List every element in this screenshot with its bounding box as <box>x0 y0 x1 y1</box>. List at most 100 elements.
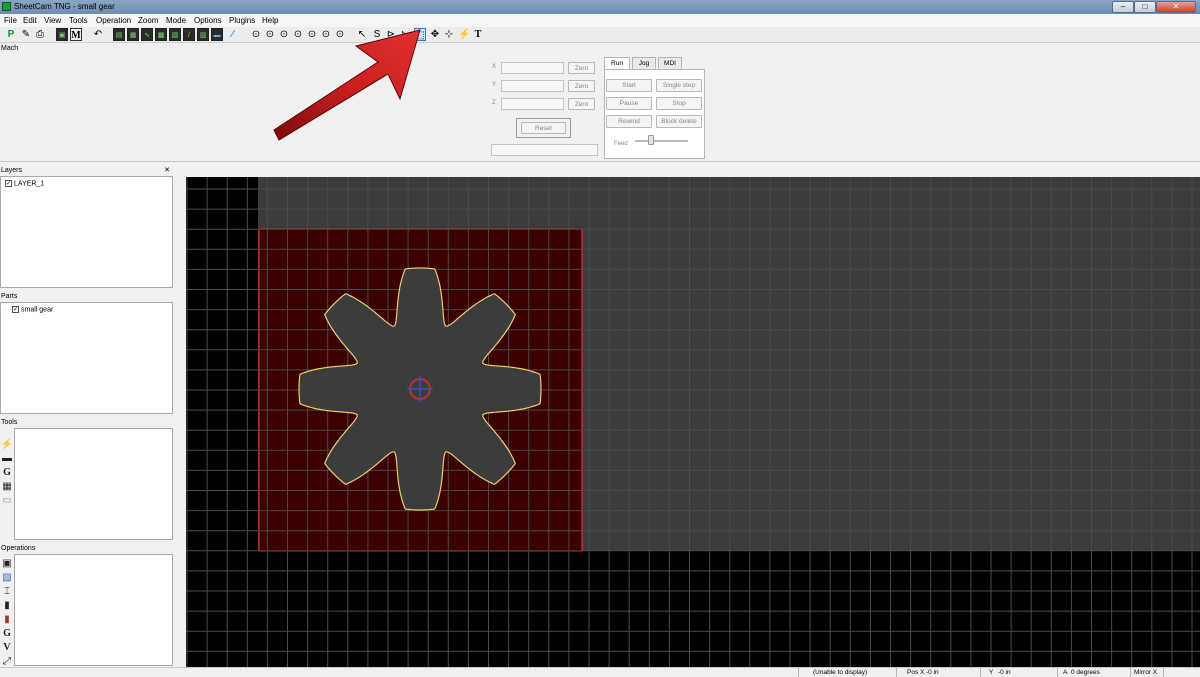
feed-label: Feed <box>614 141 628 147</box>
drill-point-icon[interactable]: ⊙ <box>250 28 262 41</box>
feed-slider-track[interactable] <box>635 140 688 142</box>
pocket-op-icon[interactable]: ▮ <box>0 613 14 627</box>
pause-button[interactable]: Pause <box>606 97 652 110</box>
operations-side-toolbar: ▣ ▧ ⌶ ▮ ▮ G V ⤢ <box>0 557 14 669</box>
view-tool-icon[interactable]: / <box>183 28 195 41</box>
zero-y-button[interactable]: Zero <box>568 80 595 92</box>
tab-mdi[interactable]: MDI <box>658 57 682 69</box>
reset-button[interactable]: Reset <box>521 122 566 134</box>
machine-op-icon[interactable]: ▣ <box>0 557 14 571</box>
mach-panel-title: Mach <box>1 45 19 52</box>
view-rapid-icon[interactable]: ▩ <box>155 28 167 41</box>
parts-list: ···✓ small gear <box>0 302 173 414</box>
zero-x-button[interactable]: Zero <box>568 62 595 74</box>
probe-icon[interactable]: ⁄ <box>227 28 239 41</box>
view-outline-icon[interactable]: ▦ <box>127 28 139 41</box>
edit-icon[interactable]: ✎ <box>20 28 32 41</box>
status-message: (Unable to display) <box>813 669 868 676</box>
close-icon[interactable]: ✕ <box>164 165 170 176</box>
contour-op-icon[interactable]: ▮ <box>0 599 14 613</box>
layer-item[interactable]: ✓ LAYER_1 <box>5 180 44 187</box>
layers-title: Layers <box>1 167 23 174</box>
operations-title: Operations <box>1 545 36 552</box>
single-step-button[interactable]: Single step <box>656 79 702 92</box>
menu-view[interactable]: View <box>44 16 61 25</box>
tab-jog[interactable]: Jog <box>632 57 656 69</box>
mach-status-field <box>491 144 598 156</box>
gcode-op-icon[interactable]: G <box>0 627 14 641</box>
close-button[interactable]: ✕ <box>1156 1 1196 13</box>
view-fill-icon[interactable]: ▧ <box>169 28 181 41</box>
rewind-button[interactable]: Rewind <box>606 115 652 128</box>
stop-button[interactable]: Stop <box>656 97 702 110</box>
gcode-tool-icon[interactable]: G <box>0 466 14 480</box>
print-icon[interactable]: ⎙ <box>34 28 46 41</box>
drag-knife-icon[interactable]: ▬ <box>0 452 14 466</box>
tool-table-icon[interactable]: ▦ <box>0 480 14 494</box>
window-title: SheetCam TNG - small gear <box>14 2 115 11</box>
menu-edit[interactable]: Edit <box>23 16 37 25</box>
status-pos-x-label: Pos X <box>907 669 925 676</box>
menu-plugins[interactable]: Plugins <box>229 16 255 25</box>
axis-x-field <box>501 62 564 74</box>
view-path-icon[interactable]: ∿ <box>141 28 153 41</box>
menu-operation[interactable]: Operation <box>96 16 131 25</box>
status-bar: (Unable to display) Pos X -0 in Y -0 in … <box>0 667 1200 677</box>
layer-item-label: LAYER_1 <box>14 180 45 188</box>
toolbar: P ✎ ⎙ ▣ M ↶ ▤ ▦ ∿ ▩ ▧ / ▥ ▬ ⁄ ⊙ ⊙ ⊙ ⊙ ⊙ … <box>0 27 1200 43</box>
jet-op-icon[interactable]: ▧ <box>0 571 14 585</box>
tool-disabled-icon[interactable]: ▭ <box>0 494 14 508</box>
block-delete-button[interactable]: Block delete <box>656 115 702 128</box>
parts-title: Parts <box>1 293 18 300</box>
plasma-tool-icon[interactable]: ⚡ <box>0 438 14 452</box>
status-y-label: Y <box>989 669 994 676</box>
undo-icon[interactable]: ↶ <box>92 28 104 41</box>
annotation-arrow <box>273 29 421 141</box>
tools-side-toolbar: ⚡ ▬ G ▦ ▭ <box>0 438 14 508</box>
menu-zoom[interactable]: Zoom <box>138 16 158 25</box>
menu-file[interactable]: File <box>4 16 17 25</box>
operations-header: Operations <box>0 543 173 554</box>
lightning-icon[interactable]: ⚡ <box>458 28 470 41</box>
menu-options[interactable]: Options <box>194 16 222 25</box>
app-icon <box>2 2 11 11</box>
axis-y-field <box>501 80 564 92</box>
mach-panel <box>0 44 1200 162</box>
axis-z-label: Z <box>492 100 496 106</box>
start-button[interactable]: Start <box>606 79 652 92</box>
move-icon[interactable]: ⊹ <box>443 28 455 41</box>
status-mirror[interactable]: Mirror X <box>1134 669 1157 676</box>
part-item[interactable]: ···✓ small gear <box>5 306 53 313</box>
tools-list <box>14 428 173 540</box>
axis-y-label: Y <box>492 82 497 88</box>
mach-icon[interactable]: M <box>70 28 82 41</box>
layers-list: ✓ LAYER_1 <box>0 176 173 288</box>
status-y: -0 in <box>998 669 1011 676</box>
zero-z-button[interactable]: Zero <box>568 98 595 110</box>
parts-header: Parts <box>0 291 173 302</box>
canvas-svg[interactable] <box>186 177 1200 667</box>
status-a-label: A <box>1063 669 1068 676</box>
view-stock-icon[interactable]: ▥ <box>197 28 209 41</box>
maximize-button[interactable]: □ <box>1134 1 1156 13</box>
text-icon[interactable]: T <box>472 28 484 41</box>
view-3d-icon[interactable]: ▬ <box>211 28 223 41</box>
checkbox-icon[interactable]: ✓ <box>12 306 19 313</box>
minimize-button[interactable]: – <box>1112 1 1134 13</box>
vcarve-op-icon[interactable]: V <box>0 641 14 655</box>
menu-mode[interactable]: Mode <box>166 16 186 25</box>
machine-icon[interactable]: ▣ <box>56 28 68 41</box>
part-item-label: small gear <box>21 306 54 314</box>
feed-slider-thumb[interactable] <box>648 135 654 145</box>
new-part-icon[interactable]: P <box>5 28 17 41</box>
tools-header: Tools <box>0 417 173 428</box>
menu-tools[interactable]: Tools <box>69 16 88 25</box>
pan-icon[interactable]: ✥ <box>429 28 441 41</box>
tools-title: Tools <box>1 419 18 426</box>
checkbox-icon[interactable]: ✓ <box>5 180 12 187</box>
view-2d-icon[interactable]: ▤ <box>113 28 125 41</box>
drill-op-icon[interactable]: ⌶ <box>0 585 14 599</box>
status-a: 0 degrees <box>1071 669 1100 676</box>
drawing-canvas[interactable] <box>186 177 1200 667</box>
axis-x-label: X <box>492 64 497 70</box>
